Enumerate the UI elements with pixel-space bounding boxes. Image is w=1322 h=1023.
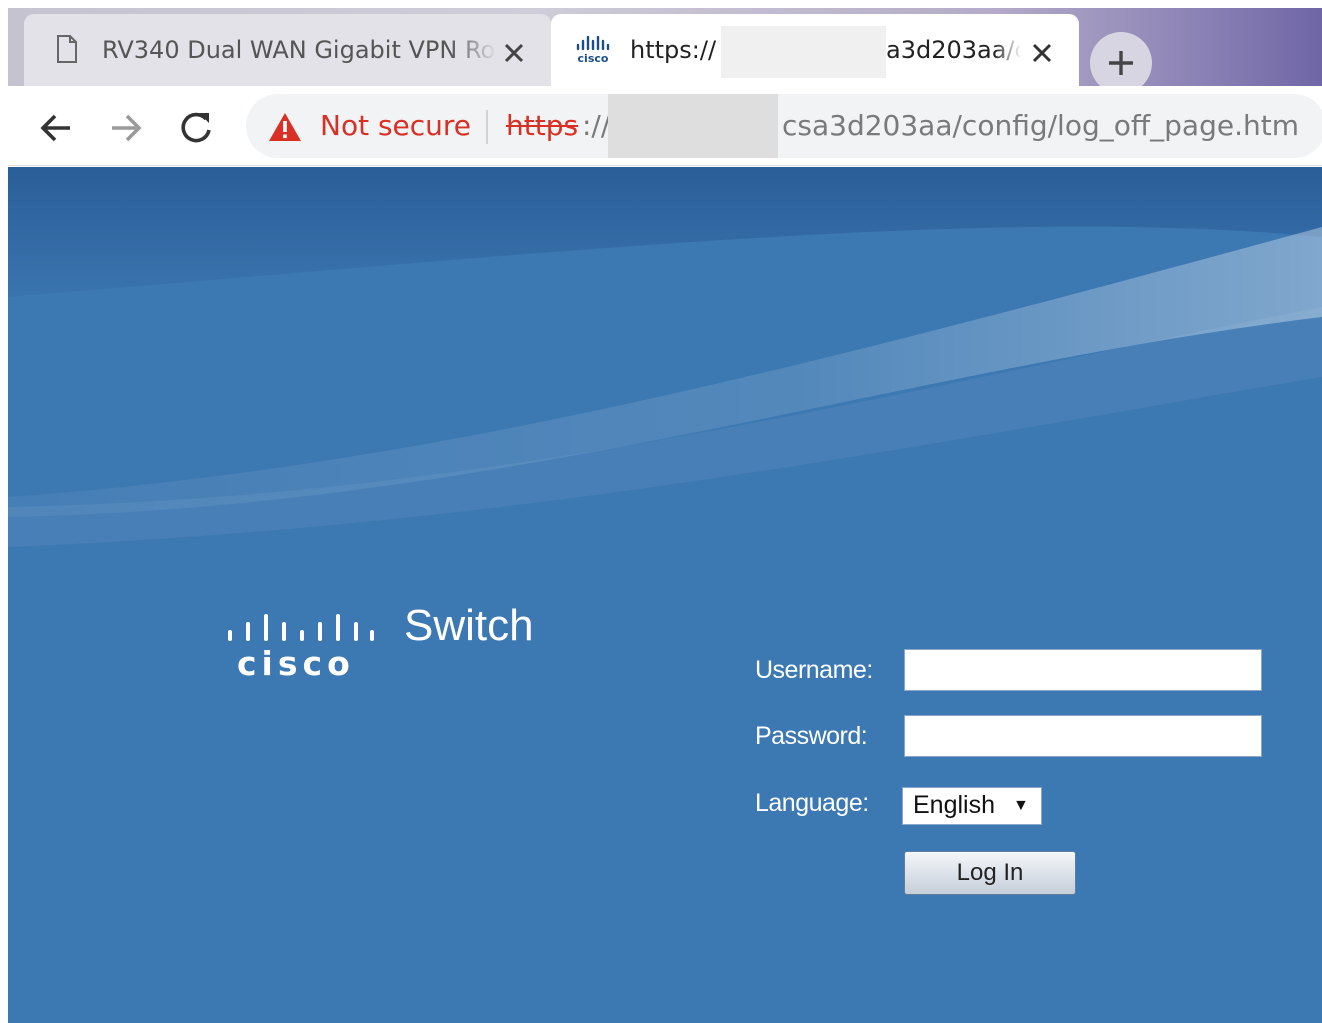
tab-title-suffix: a3d203aa/config/log_off_page.htm bbox=[886, 36, 1021, 64]
forward-button[interactable] bbox=[106, 108, 146, 148]
reload-button[interactable] bbox=[176, 108, 216, 148]
tab-title-prefix: https:// bbox=[630, 36, 717, 64]
cisco-favicon-icon: cisco bbox=[575, 35, 611, 68]
warning-triangle-icon bbox=[268, 112, 302, 146]
back-button[interactable] bbox=[36, 108, 76, 148]
security-status[interactable]: Not secure bbox=[320, 109, 471, 142]
browser-toolbar: Not secure https :// csa3d203aa/config/l… bbox=[8, 86, 1322, 166]
language-selected-value: English bbox=[913, 791, 995, 819]
product-name: Switch bbox=[404, 601, 534, 650]
plus-icon bbox=[1109, 51, 1133, 75]
close-icon[interactable] bbox=[503, 42, 525, 68]
login-button[interactable]: Log In bbox=[904, 851, 1076, 895]
url-scheme: https bbox=[506, 109, 579, 142]
address-divider bbox=[486, 110, 488, 144]
url-separator: :// bbox=[582, 109, 611, 142]
address-bar[interactable]: Not secure https :// csa3d203aa/config/l… bbox=[246, 94, 1322, 158]
new-tab-button[interactable] bbox=[1090, 32, 1152, 94]
dropdown-arrow-icon: ▼ bbox=[1013, 797, 1029, 814]
redaction-block bbox=[721, 26, 886, 78]
forward-arrow-icon bbox=[112, 114, 142, 142]
username-input[interactable] bbox=[904, 649, 1262, 691]
document-icon bbox=[56, 35, 78, 67]
cisco-logo-text: cisco bbox=[237, 644, 355, 683]
redaction-block bbox=[608, 94, 778, 158]
language-select[interactable]: English ▼ bbox=[902, 787, 1042, 825]
background-wave bbox=[8, 167, 1322, 1023]
svg-text:cisco: cisco bbox=[578, 52, 609, 64]
tab-rv340[interactable]: RV340 Dual WAN Gigabit VPN Router bbox=[24, 14, 551, 86]
password-label: Password: bbox=[755, 722, 868, 750]
tab-title: RV340 Dual WAN Gigabit VPN Router bbox=[102, 36, 497, 64]
password-input[interactable] bbox=[904, 715, 1262, 757]
tab-cisco-switch[interactable]: cisco https:// a3d203aa/config/log_off_p… bbox=[551, 14, 1079, 86]
back-arrow-icon bbox=[40, 114, 70, 142]
reload-icon bbox=[181, 112, 211, 143]
language-label: Language: bbox=[755, 789, 869, 817]
close-icon[interactable] bbox=[1031, 42, 1053, 68]
username-label: Username: bbox=[755, 656, 873, 684]
url-path: csa3d203aa/config/log_off_page.htm bbox=[782, 109, 1299, 142]
cisco-logo-icon bbox=[228, 614, 374, 641]
login-page: cisco Switch Username: Password: Languag… bbox=[8, 167, 1322, 1023]
